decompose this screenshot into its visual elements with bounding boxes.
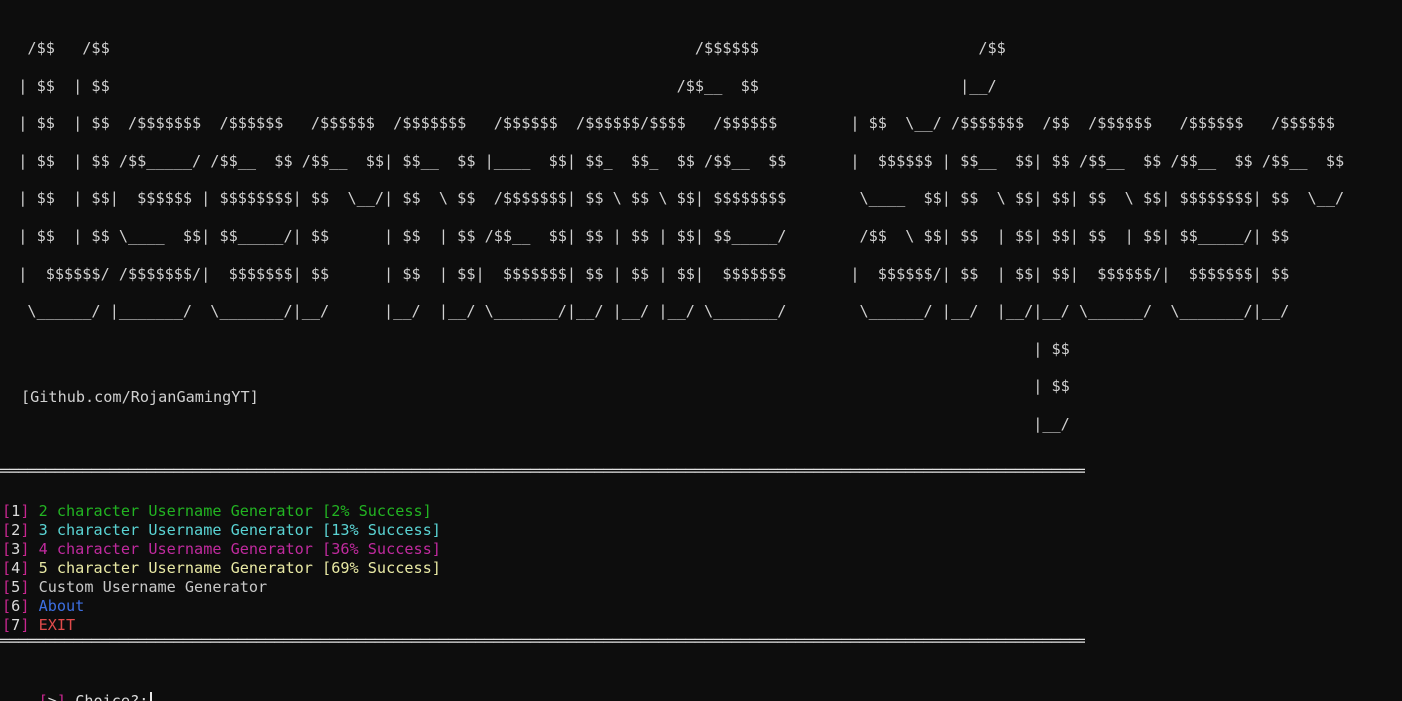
menu-bracket-open: [	[2, 597, 12, 615]
ascii-art-line: | $$ | $$| $$$$$$ | $$$$$$$$| $$ \__/| $…	[0, 189, 1345, 208]
menu-item-label: About	[38, 597, 85, 615]
menu-item-6[interactable]: [6] About	[2, 597, 441, 616]
menu-item-index: 3	[11, 540, 21, 558]
menu-item-index: 1	[11, 502, 21, 520]
ascii-art-banner: /$$ /$$ /$$$$$$ /$$ | $$ | $$ /$$__ $$ |…	[0, 30, 1402, 444]
ascii-art-line: | $$ | $$ /$$_____/ /$$__ $$ /$$__ $$| $…	[0, 151, 1345, 170]
menu-item-label: 3 character Username Generator [13% Succ…	[38, 521, 441, 539]
menu-bracket-open: [	[2, 521, 12, 539]
menu-item-4[interactable]: [4] 5 character Username Generator [69% …	[2, 559, 441, 578]
menu-bracket-open: [	[2, 540, 12, 558]
ascii-art-line: | $$	[0, 339, 1070, 358]
prompt-label-text: Choice?:	[75, 692, 149, 701]
menu-bracket-close: ]	[20, 502, 39, 520]
menu-item-label: 2 character Username Generator [2% Succe…	[38, 502, 432, 520]
separator-top: ════════════════════════════════════════…	[0, 462, 1085, 480]
ascii-art-line: /$$ /$$ /$$$$$$ /$$	[0, 39, 1006, 57]
ascii-art-line: \______/ |_______/ \_______/|__/ |__/ |_…	[0, 302, 1290, 321]
menu-bracket-close: ]	[20, 597, 39, 615]
choice-prompt[interactable]: [>] Choice?:	[2, 673, 153, 701]
menu-item-3[interactable]: [3] 4 character Username Generator [36% …	[2, 540, 441, 559]
prompt-bracket-open: [	[38, 692, 48, 701]
ascii-art-line: | $$ | $$ \____ $$| $$_____/| $$ | $$ | …	[0, 226, 1290, 245]
menu-bracket-open: [	[2, 559, 12, 577]
menu-item-label: 4 character Username Generator [36% Succ…	[38, 540, 441, 558]
menu-list: [1] 2 character Username Generator [2% S…	[2, 502, 441, 635]
prompt-label	[66, 692, 75, 701]
menu-item-2[interactable]: [2] 3 character Username Generator [13% …	[2, 521, 441, 540]
menu-item-label: 5 character Username Generator [69% Succ…	[38, 559, 441, 577]
github-credit-line: [Github.com/RojanGamingYT]	[21, 388, 259, 406]
menu-item-label: Custom Username Generator	[38, 578, 268, 596]
menu-item-index: 6	[11, 597, 21, 615]
menu-item-1[interactable]: [1] 2 character Username Generator [2% S…	[2, 502, 441, 521]
prompt-bracket-close: ]	[56, 692, 67, 701]
menu-bracket-close: ]	[20, 521, 39, 539]
terminal-screen: /$$ /$$ /$$$$$$ /$$ | $$ | $$ /$$__ $$ |…	[0, 0, 1402, 701]
menu-bracket-open: [	[2, 578, 12, 596]
text-cursor	[150, 692, 153, 701]
menu-item-index: 5	[11, 578, 21, 596]
menu-bracket-close: ]	[20, 578, 39, 596]
prompt-symbol: >	[47, 692, 57, 701]
menu-item-index: 2	[11, 521, 21, 539]
ascii-art-line: | $$ | $$ /$$__ $$ |__/	[0, 76, 997, 95]
ascii-art-line: | $$ | $$ /$$$$$$$ /$$$$$$ /$$$$$$ /$$$$…	[0, 114, 1335, 133]
menu-bracket-close: ]	[20, 559, 39, 577]
menu-bracket-close: ]	[20, 540, 39, 558]
menu-item-index: 4	[11, 559, 21, 577]
menu-bracket-open: [	[2, 502, 12, 520]
menu-item-5[interactable]: [5] Custom Username Generator	[2, 578, 441, 597]
ascii-art-line: |__/	[0, 414, 1070, 433]
ascii-art-line: | $$$$$$/ /$$$$$$$/| $$$$$$$| $$ | $$ | …	[0, 264, 1290, 283]
separator-bottom: ════════════════════════════════════════…	[0, 632, 1085, 650]
